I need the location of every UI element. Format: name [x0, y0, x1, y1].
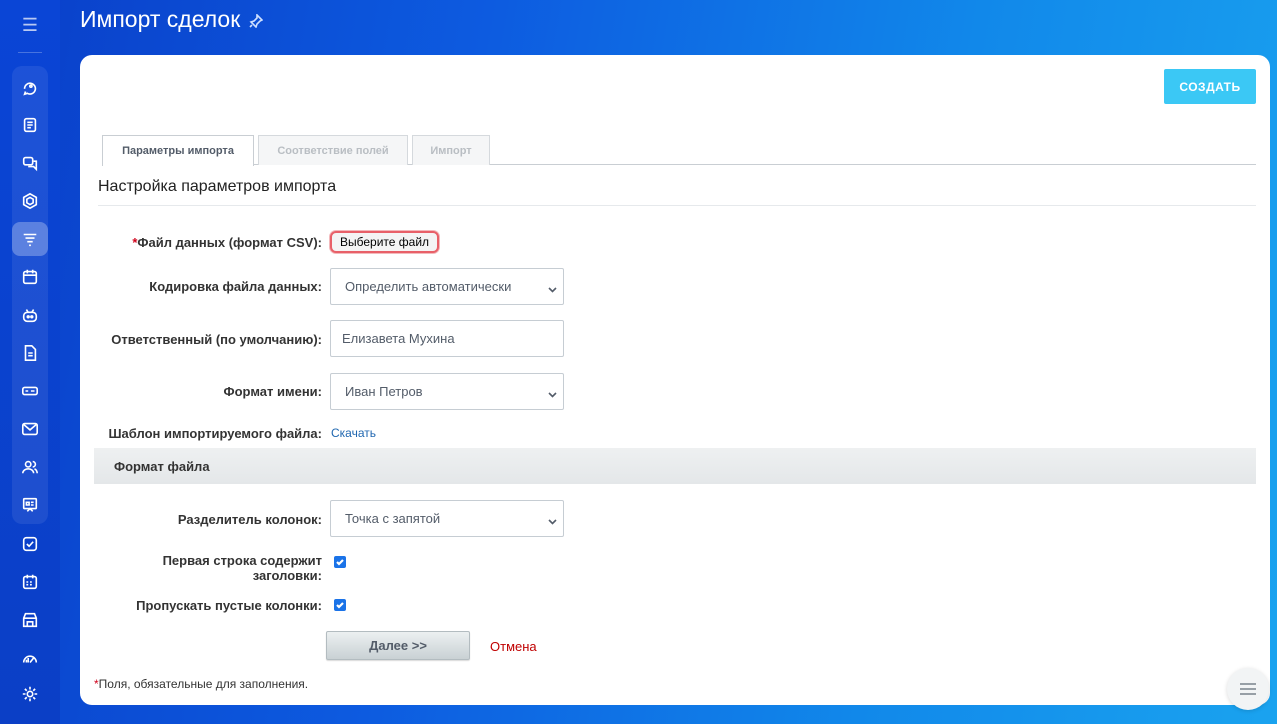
- presentation-icon: [22, 497, 38, 512]
- drive-icon: [21, 386, 39, 396]
- chevron-down-icon: [548, 514, 557, 525]
- list-icon: [1240, 683, 1256, 695]
- hamburger-icon: ☰: [21, 14, 39, 35]
- left-sidebar: ☰: [0, 0, 60, 724]
- sidebar-item-crm[interactable]: [12, 222, 48, 256]
- required-fields-note: *Поля, обязательные для заполнения.: [94, 677, 309, 691]
- chevron-down-icon: [548, 282, 557, 293]
- download-template-link[interactable]: Скачать: [331, 426, 376, 440]
- encoding-select[interactable]: Определить автоматически: [330, 268, 564, 305]
- check-icon: [336, 559, 344, 566]
- import-tabs: Параметры импорта Соответствие полей Имп…: [102, 135, 1256, 166]
- sidebar-item-robot[interactable]: [12, 298, 48, 332]
- sidebar-item-drive[interactable]: [12, 374, 48, 408]
- encoding-label: Кодировка файла данных:: [149, 279, 322, 294]
- cancel-link[interactable]: Отмена: [490, 639, 537, 654]
- gear-icon: [22, 686, 38, 702]
- name-format-value: Иван Петров: [345, 384, 423, 399]
- next-button[interactable]: Далее >>: [326, 631, 470, 660]
- sidebar-item-contacts[interactable]: [12, 450, 48, 484]
- tab-field-mapping[interactable]: Соответствие полей: [258, 135, 408, 165]
- users-icon: [21, 460, 39, 474]
- file-format-header: Формат файла: [94, 448, 1256, 484]
- sidebar-item-presentation[interactable]: [12, 488, 48, 522]
- sidebar-item-docs[interactable]: [12, 336, 48, 370]
- sidebar-item-tasks[interactable]: [12, 108, 48, 142]
- page-title: Импорт сделок: [80, 6, 241, 32]
- feed-icon: [23, 82, 37, 96]
- checkbox-icon: [22, 536, 38, 552]
- data-file-label: *Файл данных (формат CSV):: [132, 235, 322, 250]
- separator-select[interactable]: Точка с запятой: [330, 500, 564, 537]
- store-icon: [22, 612, 38, 628]
- funnel-icon: [23, 233, 37, 247]
- pin-button[interactable]: [249, 13, 264, 29]
- chat-icon: [22, 156, 38, 172]
- responsible-label: Ответственный (по умолчанию):: [111, 332, 322, 347]
- calendar-icon: [22, 269, 38, 285]
- separator-label: Разделитель колонок:: [177, 512, 322, 527]
- name-format-label: Формат имени:: [223, 384, 322, 399]
- name-format-select[interactable]: Иван Петров: [330, 373, 564, 410]
- section-title: Настройка параметров импорта: [98, 178, 337, 195]
- tab-import[interactable]: Импорт: [412, 135, 490, 165]
- sidebar-item-feed[interactable]: [12, 70, 48, 104]
- document-icon: [24, 344, 37, 362]
- sidebar-item-settings[interactable]: [12, 677, 48, 711]
- chevron-down-icon: [548, 387, 557, 398]
- sidebar-item-chat[interactable]: [12, 146, 48, 180]
- first-row-checkbox[interactable]: [334, 556, 346, 568]
- robot-icon: [22, 309, 38, 323]
- create-button[interactable]: СОЗДАТЬ: [1164, 69, 1256, 104]
- main-card: СОЗДАТЬ Параметры импорта Соответствие п…: [80, 55, 1270, 705]
- sidebar-item-calendar[interactable]: [12, 260, 48, 294]
- schedule-icon: [22, 574, 38, 590]
- first-row-label: Первая строка содержит заголовки:: [162, 553, 322, 583]
- separator-value: Точка с запятой: [345, 511, 441, 526]
- sidebar-item-schedule[interactable]: [12, 565, 48, 599]
- sidebar-item-mail[interactable]: [12, 412, 48, 446]
- tab-import-params[interactable]: Параметры импорта: [102, 135, 254, 166]
- responsible-input[interactable]: Елизавета Мухина: [330, 320, 564, 357]
- speedometer-icon: [22, 655, 38, 664]
- skip-empty-label: Пропускать пустые колонки:: [136, 598, 322, 613]
- check-icon: [336, 602, 344, 609]
- sidebar-item-store[interactable]: [12, 603, 48, 637]
- sidebar-item-hex[interactable]: [12, 184, 48, 218]
- encoding-value: Определить автоматически: [345, 279, 512, 294]
- floating-menu-button[interactable]: [1227, 668, 1269, 710]
- choose-file-button[interactable]: Выберите файл: [330, 231, 440, 253]
- skip-empty-checkbox[interactable]: [334, 599, 346, 611]
- document-list-icon: [23, 117, 37, 133]
- pin-icon: [249, 13, 264, 29]
- menu-toggle-button[interactable]: ☰: [0, 8, 60, 42]
- sidebar-item-analytics[interactable]: [12, 641, 48, 675]
- section-divider: [98, 205, 1256, 206]
- sidebar-item-checklist[interactable]: [12, 527, 48, 561]
- sidebar-divider: [18, 52, 42, 53]
- template-label: Шаблон импортируемого файла:: [108, 426, 322, 441]
- mail-icon: [21, 422, 39, 436]
- hexagon-icon: [22, 192, 38, 210]
